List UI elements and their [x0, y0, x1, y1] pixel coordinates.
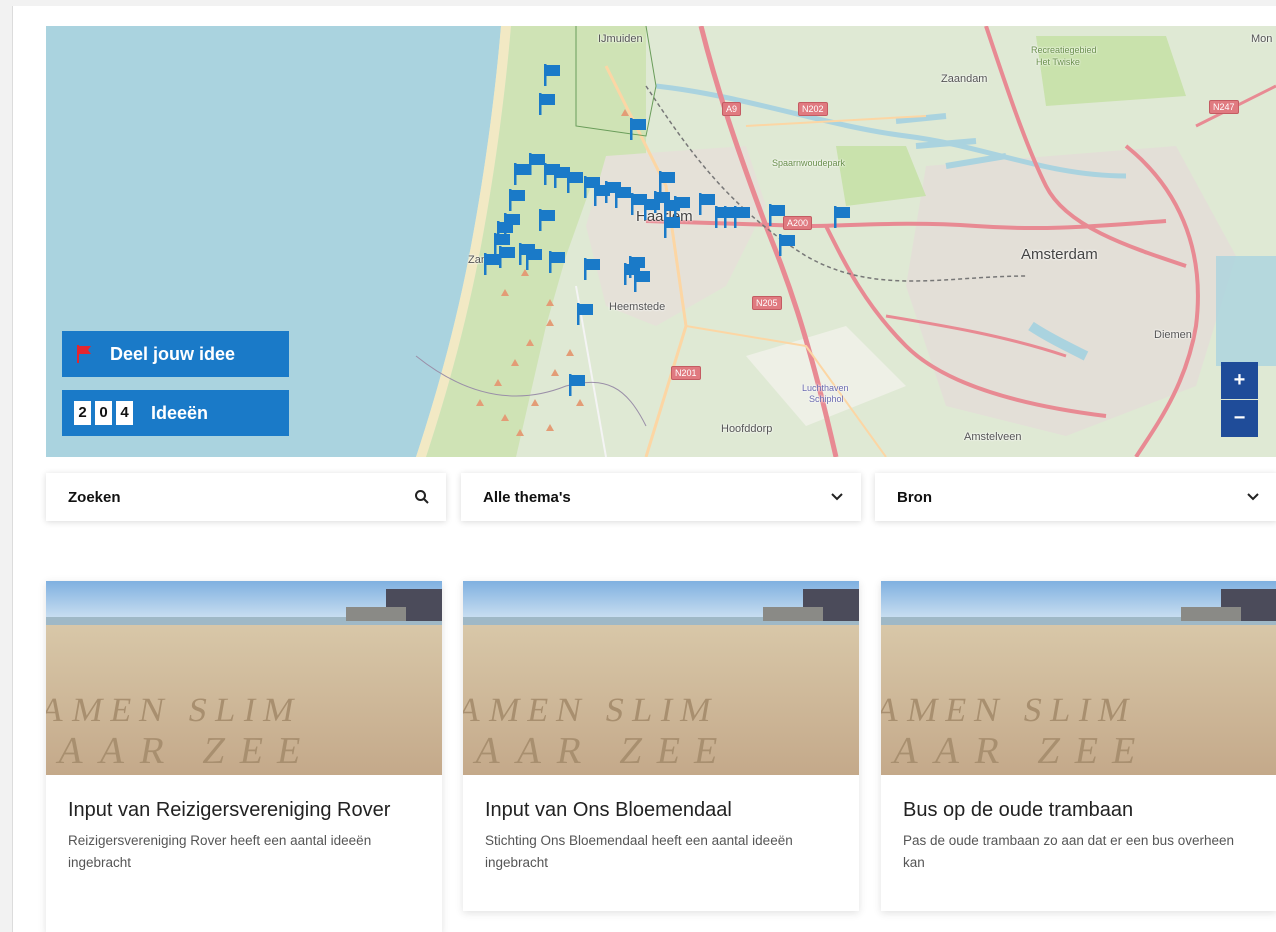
source-select-value: Bron: [897, 488, 932, 506]
beach-photo: SAMEN SLIM NAAR ZEE: [463, 581, 859, 775]
idea-card-description: Reizigersvereniging Rover heeft een aant…: [68, 833, 372, 870]
place-spaarnwoudepark: Spaarnwoudepark: [772, 158, 846, 168]
share-idea-label: Deel jouw idee: [110, 343, 236, 364]
idea-marker-flag-icon[interactable]: [583, 258, 601, 280]
idea-card[interactable]: SAMEN SLIM NAAR ZEE Bus op de oude tramba…: [881, 581, 1276, 911]
page: IJmuiden Zaandam Haarlem Amsterdam Heems…: [12, 6, 1276, 932]
svg-text:NAAR ZEE: NAAR ZEE: [463, 730, 735, 772]
idea-marker-flag-icon[interactable]: [576, 303, 594, 325]
idea-marker-flag-icon[interactable]: [543, 64, 561, 86]
place-amstelveen: Amstelveen: [964, 431, 1022, 443]
idea-card-title: Input van Reizigersvereniging Rover: [68, 799, 391, 821]
theme-select-value: Alle thema's: [483, 488, 571, 506]
share-idea-button[interactable]: Deel jouw idee: [62, 331, 289, 377]
idea-marker-flag-icon[interactable]: [568, 374, 586, 396]
svg-text:SAMEN SLIM: SAMEN SLIM: [463, 691, 722, 729]
source-select[interactable]: Bron: [875, 473, 1276, 521]
beach-photo: SAMEN SLIM NAAR ZEE: [46, 581, 442, 775]
place-ijmuiden: IJmuiden: [598, 33, 643, 45]
road-n202: N202: [798, 102, 828, 116]
svg-text:NAAR ZEE: NAAR ZEE: [46, 730, 318, 772]
svg-text:NAAR ZEE: NAAR ZEE: [881, 730, 1153, 772]
beach-photo: SAMEN SLIM NAAR ZEE: [881, 581, 1276, 775]
place-amsterdam: Amsterdam: [1021, 246, 1098, 263]
idea-marker-flag-icon[interactable]: [633, 270, 651, 292]
search-label: Zoeken: [68, 488, 121, 506]
idea-marker-flag-icon[interactable]: [658, 171, 676, 193]
idea-card[interactable]: SAMEN SLIM NAAR ZEE Input van Reizigersve…: [46, 581, 442, 932]
place-recreatiegebied: Recreatiegebied: [1031, 45, 1097, 55]
idea-card-description: Pas de oude trambaan zo aan dat er een b…: [903, 833, 1234, 870]
idea-marker-flag-icon[interactable]: [778, 234, 796, 256]
theme-select[interactable]: Alle thema's: [461, 473, 861, 521]
idea-card[interactable]: SAMEN SLIM NAAR ZEE Input van Ons Bloemen…: [463, 581, 859, 911]
idea-counter-label: Ideeën: [151, 402, 209, 423]
place-schiphol: Schiphol: [809, 394, 844, 404]
idea-marker-flag-icon[interactable]: [483, 253, 501, 275]
idea-marker-flag-icon[interactable]: [566, 171, 584, 193]
zoom-out-button[interactable]: −: [1221, 400, 1258, 437]
idea-card-description: Stichting Ons Bloemendaal heeft een aant…: [485, 833, 793, 870]
idea-counter: 2 0 4 Ideeën: [62, 390, 289, 436]
svg-text:SAMEN SLIM: SAMEN SLIM: [46, 691, 305, 729]
svg-text:SAMEN SLIM: SAMEN SLIM: [881, 691, 1140, 729]
search-field[interactable]: Zoeken: [46, 473, 446, 521]
counter-digit: 0: [95, 401, 112, 425]
idea-marker-flag-icon[interactable]: [768, 204, 786, 226]
idea-marker-flag-icon[interactable]: [733, 206, 751, 228]
road-a9: A9: [722, 102, 742, 116]
place-luchthaven: Luchthaven: [802, 383, 849, 393]
idea-marker-flag-icon[interactable]: [629, 118, 647, 140]
idea-card-title: Input van Ons Bloemendaal: [485, 799, 732, 821]
place-hoofddorp: Hoofddorp: [721, 423, 773, 435]
search-icon[interactable]: [414, 489, 430, 505]
place-mon: Mon: [1251, 33, 1273, 45]
place-zaandam: Zaandam: [941, 73, 988, 85]
red-flag-icon: [77, 345, 91, 363]
road-n247: N247: [1209, 100, 1239, 114]
road-a200: A200: [783, 216, 813, 230]
place-heemstede: Heemstede: [609, 301, 666, 313]
idea-marker-flag-icon[interactable]: [833, 206, 851, 228]
idea-marker-flag-icon[interactable]: [663, 216, 681, 238]
idea-card-title: Bus op de oude trambaan: [903, 799, 1134, 821]
idea-marker-flag-icon[interactable]: [538, 93, 556, 115]
idea-marker-flag-icon[interactable]: [538, 209, 556, 231]
idea-marker-flag-icon[interactable]: [548, 251, 566, 273]
place-het-twiske: Het Twiske: [1036, 57, 1080, 67]
place-diemen: Diemen: [1154, 329, 1192, 341]
idea-marker-flag-icon[interactable]: [508, 189, 526, 211]
chevron-down-icon: [1247, 493, 1259, 501]
road-n201: N201: [671, 366, 701, 380]
idea-marker-flag-icon[interactable]: [525, 248, 543, 270]
counter-digit: 2: [74, 401, 91, 425]
ideas-map[interactable]: IJmuiden Zaandam Haarlem Amsterdam Heems…: [46, 26, 1276, 457]
road-n205: N205: [752, 296, 782, 310]
idea-marker-flag-icon[interactable]: [673, 196, 691, 218]
counter-digit: 4: [116, 401, 133, 425]
chevron-down-icon: [831, 493, 843, 501]
zoom-in-button[interactable]: +: [1221, 362, 1258, 399]
